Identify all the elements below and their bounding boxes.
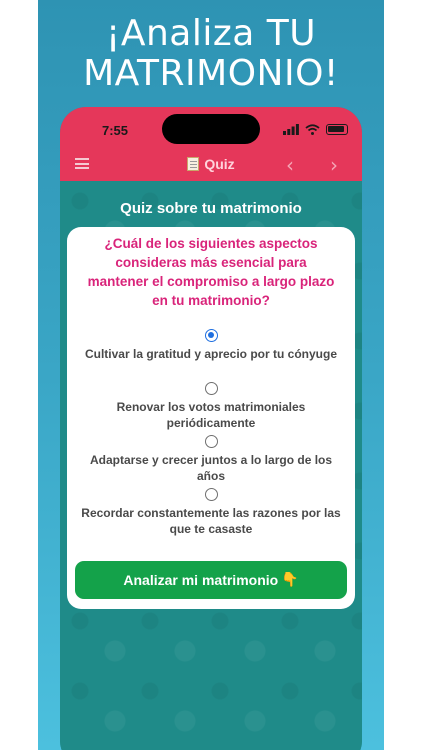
wifi-icon [305, 124, 320, 135]
option-label[interactable]: Cultivar la gratitud y aprecio por tu có… [76, 346, 346, 362]
radio-button[interactable] [204, 488, 218, 501]
signal-icon [283, 124, 299, 135]
section-title: Quiz sobre tu matrimonio [120, 200, 302, 217]
app-title-label: Quiz [204, 156, 235, 172]
app-title: Quiz [60, 156, 362, 172]
analyze-button-label: Analizar mi matrimonio [123, 572, 279, 588]
option-label[interactable]: Recordar constantemente las razones por … [76, 505, 346, 537]
option-1[interactable]: Cultivar la gratitud y aprecio por tu có… [67, 329, 355, 362]
status-time: 7:55 [102, 123, 129, 138]
radio-button[interactable] [204, 382, 218, 395]
phone-screen: 7:55 Quiz ‹ › Quiz sobre tu matrimonio ¿… [60, 107, 362, 750]
dynamic-island [162, 114, 260, 144]
radio-button[interactable] [204, 435, 218, 448]
app-bar: 7:55 Quiz ‹ › [60, 107, 362, 181]
quiz-card: ¿Cuál de los siguientes aspectos conside… [67, 227, 355, 609]
headline-line-1: ¡Analiza TU [105, 13, 317, 54]
radio-button-selected[interactable] [204, 329, 218, 342]
chevron-right-icon[interactable]: › [330, 153, 338, 177]
promo-background: ¡Analiza TU MATRIMONIO! 7:55 Quiz ‹ › Qu… [38, 0, 384, 750]
promo-headline: ¡Analiza TU MATRIMONIO! [38, 14, 384, 94]
chevron-left-icon[interactable]: ‹ [286, 153, 294, 177]
headline-line-2: MATRIMONIO! [83, 53, 339, 94]
pointing-down-icon: 👇 [281, 572, 299, 588]
option-label[interactable]: Adaptarse y crecer juntos a lo largo de … [76, 452, 346, 484]
option-4[interactable]: Recordar constantemente las razones por … [67, 488, 355, 537]
analyze-button[interactable]: Analizar mi matrimonio 👇 [75, 561, 347, 599]
question-text: ¿Cuál de los siguientes aspectos conside… [87, 236, 335, 308]
status-icons [283, 124, 348, 135]
battery-icon [326, 124, 348, 135]
memo-icon [187, 157, 200, 171]
option-2[interactable]: Renovar los votos matrimoniales periódic… [67, 382, 355, 431]
option-label[interactable]: Renovar los votos matrimoniales periódic… [76, 399, 346, 431]
option-3[interactable]: Adaptarse y crecer juntos a lo largo de … [67, 435, 355, 484]
